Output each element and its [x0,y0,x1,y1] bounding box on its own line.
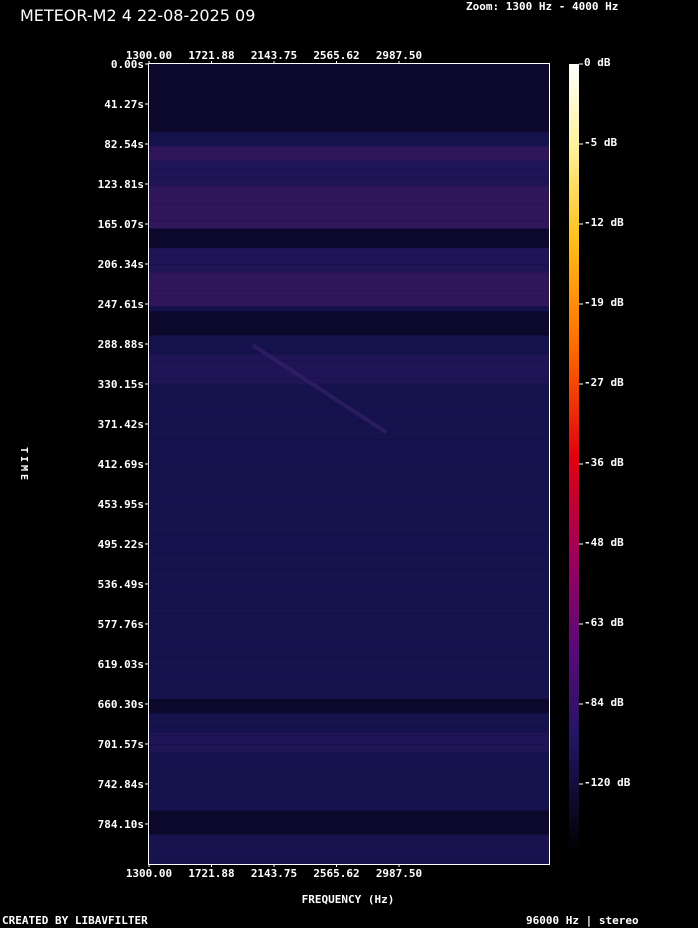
y-tick-label: 453.95s [98,498,144,511]
footer-sample-rate: 96000 Hz | stereo [526,914,639,927]
y-tick-label: 536.49s [98,578,144,591]
y-tick-label: 495.22s [98,538,144,551]
colorbar-label: -5 dB [584,136,617,149]
y-tick-label: 330.15s [98,378,144,391]
colorbar-label: -48 dB [584,536,624,549]
spectrogram-band [149,160,549,186]
y-axis-label-char: T [18,447,29,453]
y-tick-label: 206.34s [98,258,144,271]
y-tick-label: 371.42s [98,418,144,431]
y-tick-label: 742.84s [98,778,144,791]
x-tick-label-bottom: 1721.88 [188,867,234,880]
y-tick-label: 288.88s [98,338,144,351]
x-tick-label-bottom: 2143.75 [251,867,297,880]
y-tick-label: 123.81s [98,178,144,191]
colorbar-label: -120 dB [584,776,631,789]
spectrogram-band [149,248,549,273]
spectrogram-band [149,311,549,336]
colorbar-label: -27 dB [584,376,624,389]
y-tick-label: 701.57s [98,738,144,751]
spectrogram-band [149,185,549,229]
x-tick-label-top: 2143.75 [251,49,297,62]
y-axis-label-char: M [18,465,29,471]
x-tick-label-top: 2565.62 [313,49,359,62]
y-tick-label: 619.03s [98,658,144,671]
x-tick-label-bottom: 2565.62 [313,867,359,880]
spectrogram-plot-area [148,63,550,865]
colorbar-label: -12 dB [584,216,624,229]
x-tick-label-top: 1721.88 [188,49,234,62]
x-tick-label-bottom: 1300.00 [126,867,172,880]
colorbar-gradient [569,64,579,852]
x-tick-label-top: 2987.50 [376,49,422,62]
y-axis-label-char: E [18,474,29,480]
y-axis-label-char: I [18,456,29,462]
y-tick-label: 660.30s [98,698,144,711]
footer-credit: CREATED BY LIBAVFILTER [2,914,148,927]
y-tick-label: 41.27s [104,98,144,111]
x-axis-label: FREQUENCY (Hz) [302,893,395,906]
y-tick-label: 412.69s [98,458,144,471]
y-tick-label: 82.54s [104,138,144,151]
colorbar-label: -84 dB [584,696,624,709]
y-tick-label: 784.10s [98,818,144,831]
y-tick-label: 247.61s [98,298,144,311]
colorbar-label: -19 dB [584,296,624,309]
x-tick-label-bottom: 2987.50 [376,867,422,880]
y-tick-label: 0.00s [111,58,144,71]
colorbar-label: 0 dB [584,56,611,69]
spectrogram-band [149,272,549,307]
spectrogram-chart: 1300.001300.001721.881721.882143.752143.… [18,49,631,906]
colorbar-label: -36 dB [584,456,624,469]
colorbar: 0 dB -5 dB -12 dB -19 dB -27 dB -36 dB -48 dB -… [569,56,631,852]
spectrogram-band [149,146,549,161]
spectrogram-band [149,64,549,132]
y-tick-label: 577.76s [98,618,144,631]
colorbar-label: -63 dB [584,616,624,629]
y-tick-label: 165.07s [98,218,144,231]
